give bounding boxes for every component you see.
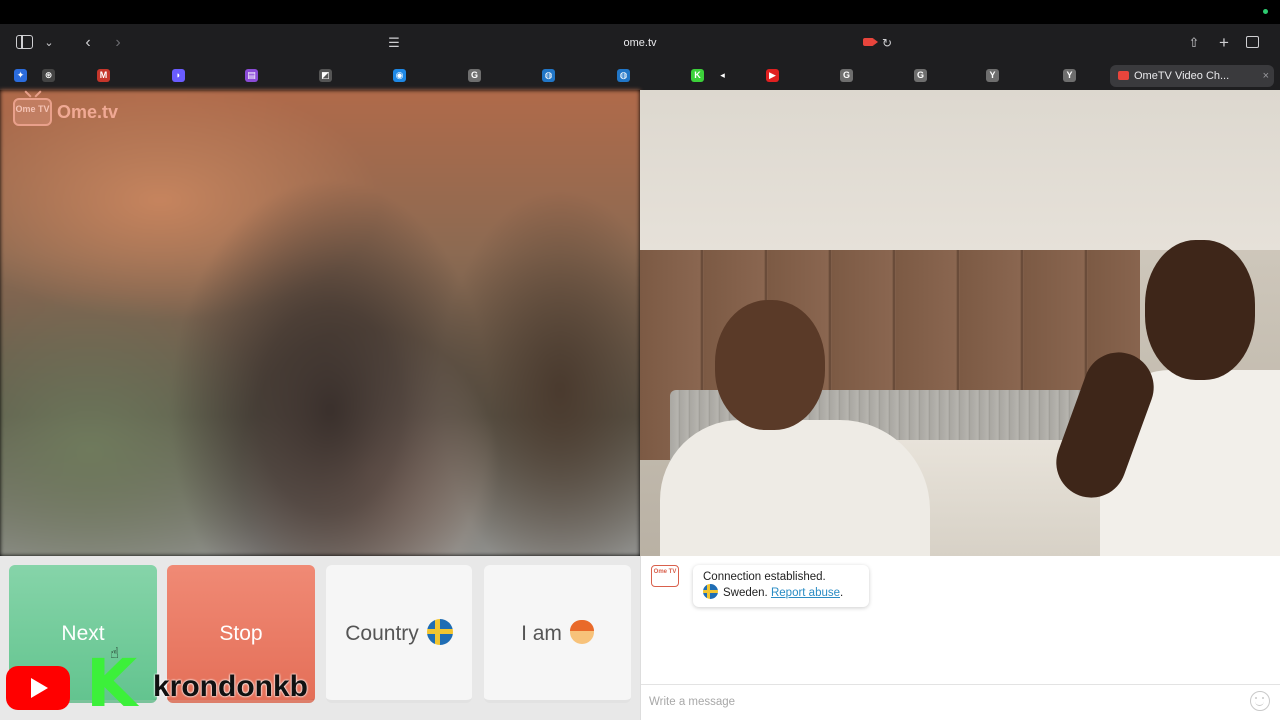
mouse-cursor-icon: ☝ bbox=[110, 645, 120, 662]
tab-ometv[interactable]: OmeTV Video Ch... × bbox=[1110, 65, 1274, 87]
ometv-favicon-icon bbox=[1118, 71, 1129, 80]
new-tab-icon[interactable]: + bbox=[1215, 24, 1233, 62]
favicon-openai-icon[interactable]: ⊛ bbox=[42, 69, 55, 82]
reload-icon[interactable]: ↻ bbox=[879, 24, 895, 62]
favicon-youtube-icon[interactable]: ▶ bbox=[766, 69, 779, 82]
kick-logo-icon: K bbox=[86, 645, 138, 720]
sidebar-toggle-icon[interactable] bbox=[16, 35, 33, 49]
favicon-perplexity-icon[interactable]: ✦ bbox=[14, 69, 27, 82]
browser-toolbar: ⌄ ‹ › ☰ ome.tv ↻ ⇧ + bbox=[0, 24, 1280, 62]
favicon-speaker-icon[interactable]: ◂ bbox=[716, 69, 729, 82]
favicon-grey-g-3-icon[interactable]: G bbox=[914, 69, 927, 82]
gender-button[interactable]: I am bbox=[484, 565, 631, 703]
menu-bar-strip bbox=[0, 0, 1280, 24]
favicon-wifi-1-icon[interactable]: ◍ bbox=[542, 69, 555, 82]
channel-name-watermark: krondonkb bbox=[153, 670, 308, 703]
ometv-logo: Ome TV Ome.tv bbox=[13, 96, 133, 126]
chevron-down-icon[interactable]: ⌄ bbox=[42, 24, 56, 62]
tv-icon: Ome TV bbox=[13, 98, 52, 126]
forward-arrow-icon[interactable]: › bbox=[110, 24, 126, 62]
system-message: Connection established. Sweden. Report a… bbox=[693, 565, 869, 607]
sweden-flag-icon bbox=[426, 619, 453, 646]
person-left bbox=[660, 300, 940, 556]
report-abuse-link[interactable]: Report abuse bbox=[771, 587, 840, 599]
country-button[interactable]: Country bbox=[326, 565, 472, 703]
message-input[interactable] bbox=[649, 691, 1229, 713]
report-suffix: . bbox=[840, 587, 844, 599]
tab-close-icon[interactable]: × bbox=[1263, 65, 1269, 87]
emoji-picker-icon[interactable] bbox=[1250, 691, 1270, 711]
tab-overview-icon[interactable] bbox=[1246, 36, 1259, 48]
sweden-flag-small-icon bbox=[703, 584, 718, 600]
iam-label: I am bbox=[521, 622, 562, 645]
favicon-purple-app-icon[interactable]: ▤ bbox=[245, 69, 258, 82]
favicon-gmail-icon[interactable]: M bbox=[97, 69, 110, 82]
person-right-head bbox=[1145, 240, 1255, 380]
favicon-linear-icon[interactable]: ◗ bbox=[172, 69, 185, 82]
favicon-grey-y-2-icon[interactable]: Y bbox=[1063, 69, 1076, 82]
back-arrow-icon[interactable]: ‹ bbox=[80, 24, 96, 62]
favicon-safari-icon[interactable]: ◉ bbox=[393, 69, 406, 82]
address-bar[interactable]: ome.tv bbox=[560, 24, 720, 62]
share-icon[interactable]: ⇧ bbox=[1185, 24, 1203, 62]
youtube-logo-icon bbox=[6, 666, 70, 710]
favicon-grey-g-2-icon[interactable]: G bbox=[840, 69, 853, 82]
person-left-head bbox=[715, 300, 825, 430]
partner-location: Sweden. Report abuse. bbox=[703, 584, 869, 602]
camera-in-use-icon[interactable] bbox=[863, 38, 878, 46]
reader-view-icon[interactable]: ☰ bbox=[386, 24, 402, 62]
self-video-feed bbox=[640, 90, 1280, 556]
favicon-grey-y-1-icon[interactable]: Y bbox=[986, 69, 999, 82]
ometv-bot-avatar-icon: Ome TV bbox=[651, 565, 679, 587]
favicon-figma-icon[interactable]: ◩ bbox=[319, 69, 332, 82]
chat-panel: Ome TV Connection established. Sweden. R… bbox=[640, 556, 1280, 720]
person-right bbox=[1046, 240, 1280, 556]
room-ceiling bbox=[640, 90, 1280, 250]
country-label: Country bbox=[345, 622, 419, 645]
recording-indicator-icon bbox=[1263, 9, 1268, 14]
favicon-kick-icon[interactable]: K bbox=[691, 69, 704, 82]
tab-bar: ✦ ⊛ M ◗ ▤ ◩ ◉ G ◍ ◍ K ◂ ▶ G G Y Y OmeTV Video Ch... × bbox=[0, 62, 1280, 90]
country-name: Sweden. bbox=[723, 587, 768, 599]
partner-video-feed bbox=[0, 90, 640, 556]
message-composer bbox=[641, 684, 1280, 720]
logo-text: Ome.tv bbox=[57, 102, 119, 122]
person-left-body bbox=[660, 420, 930, 556]
favicon-grey-g-1-icon[interactable]: G bbox=[468, 69, 481, 82]
favicon-wifi-2-icon[interactable]: ◍ bbox=[617, 69, 630, 82]
tab-title: OmeTV Video Ch... bbox=[1134, 70, 1230, 82]
person-emoji-icon bbox=[569, 620, 594, 645]
connection-status: Connection established. bbox=[703, 571, 826, 583]
